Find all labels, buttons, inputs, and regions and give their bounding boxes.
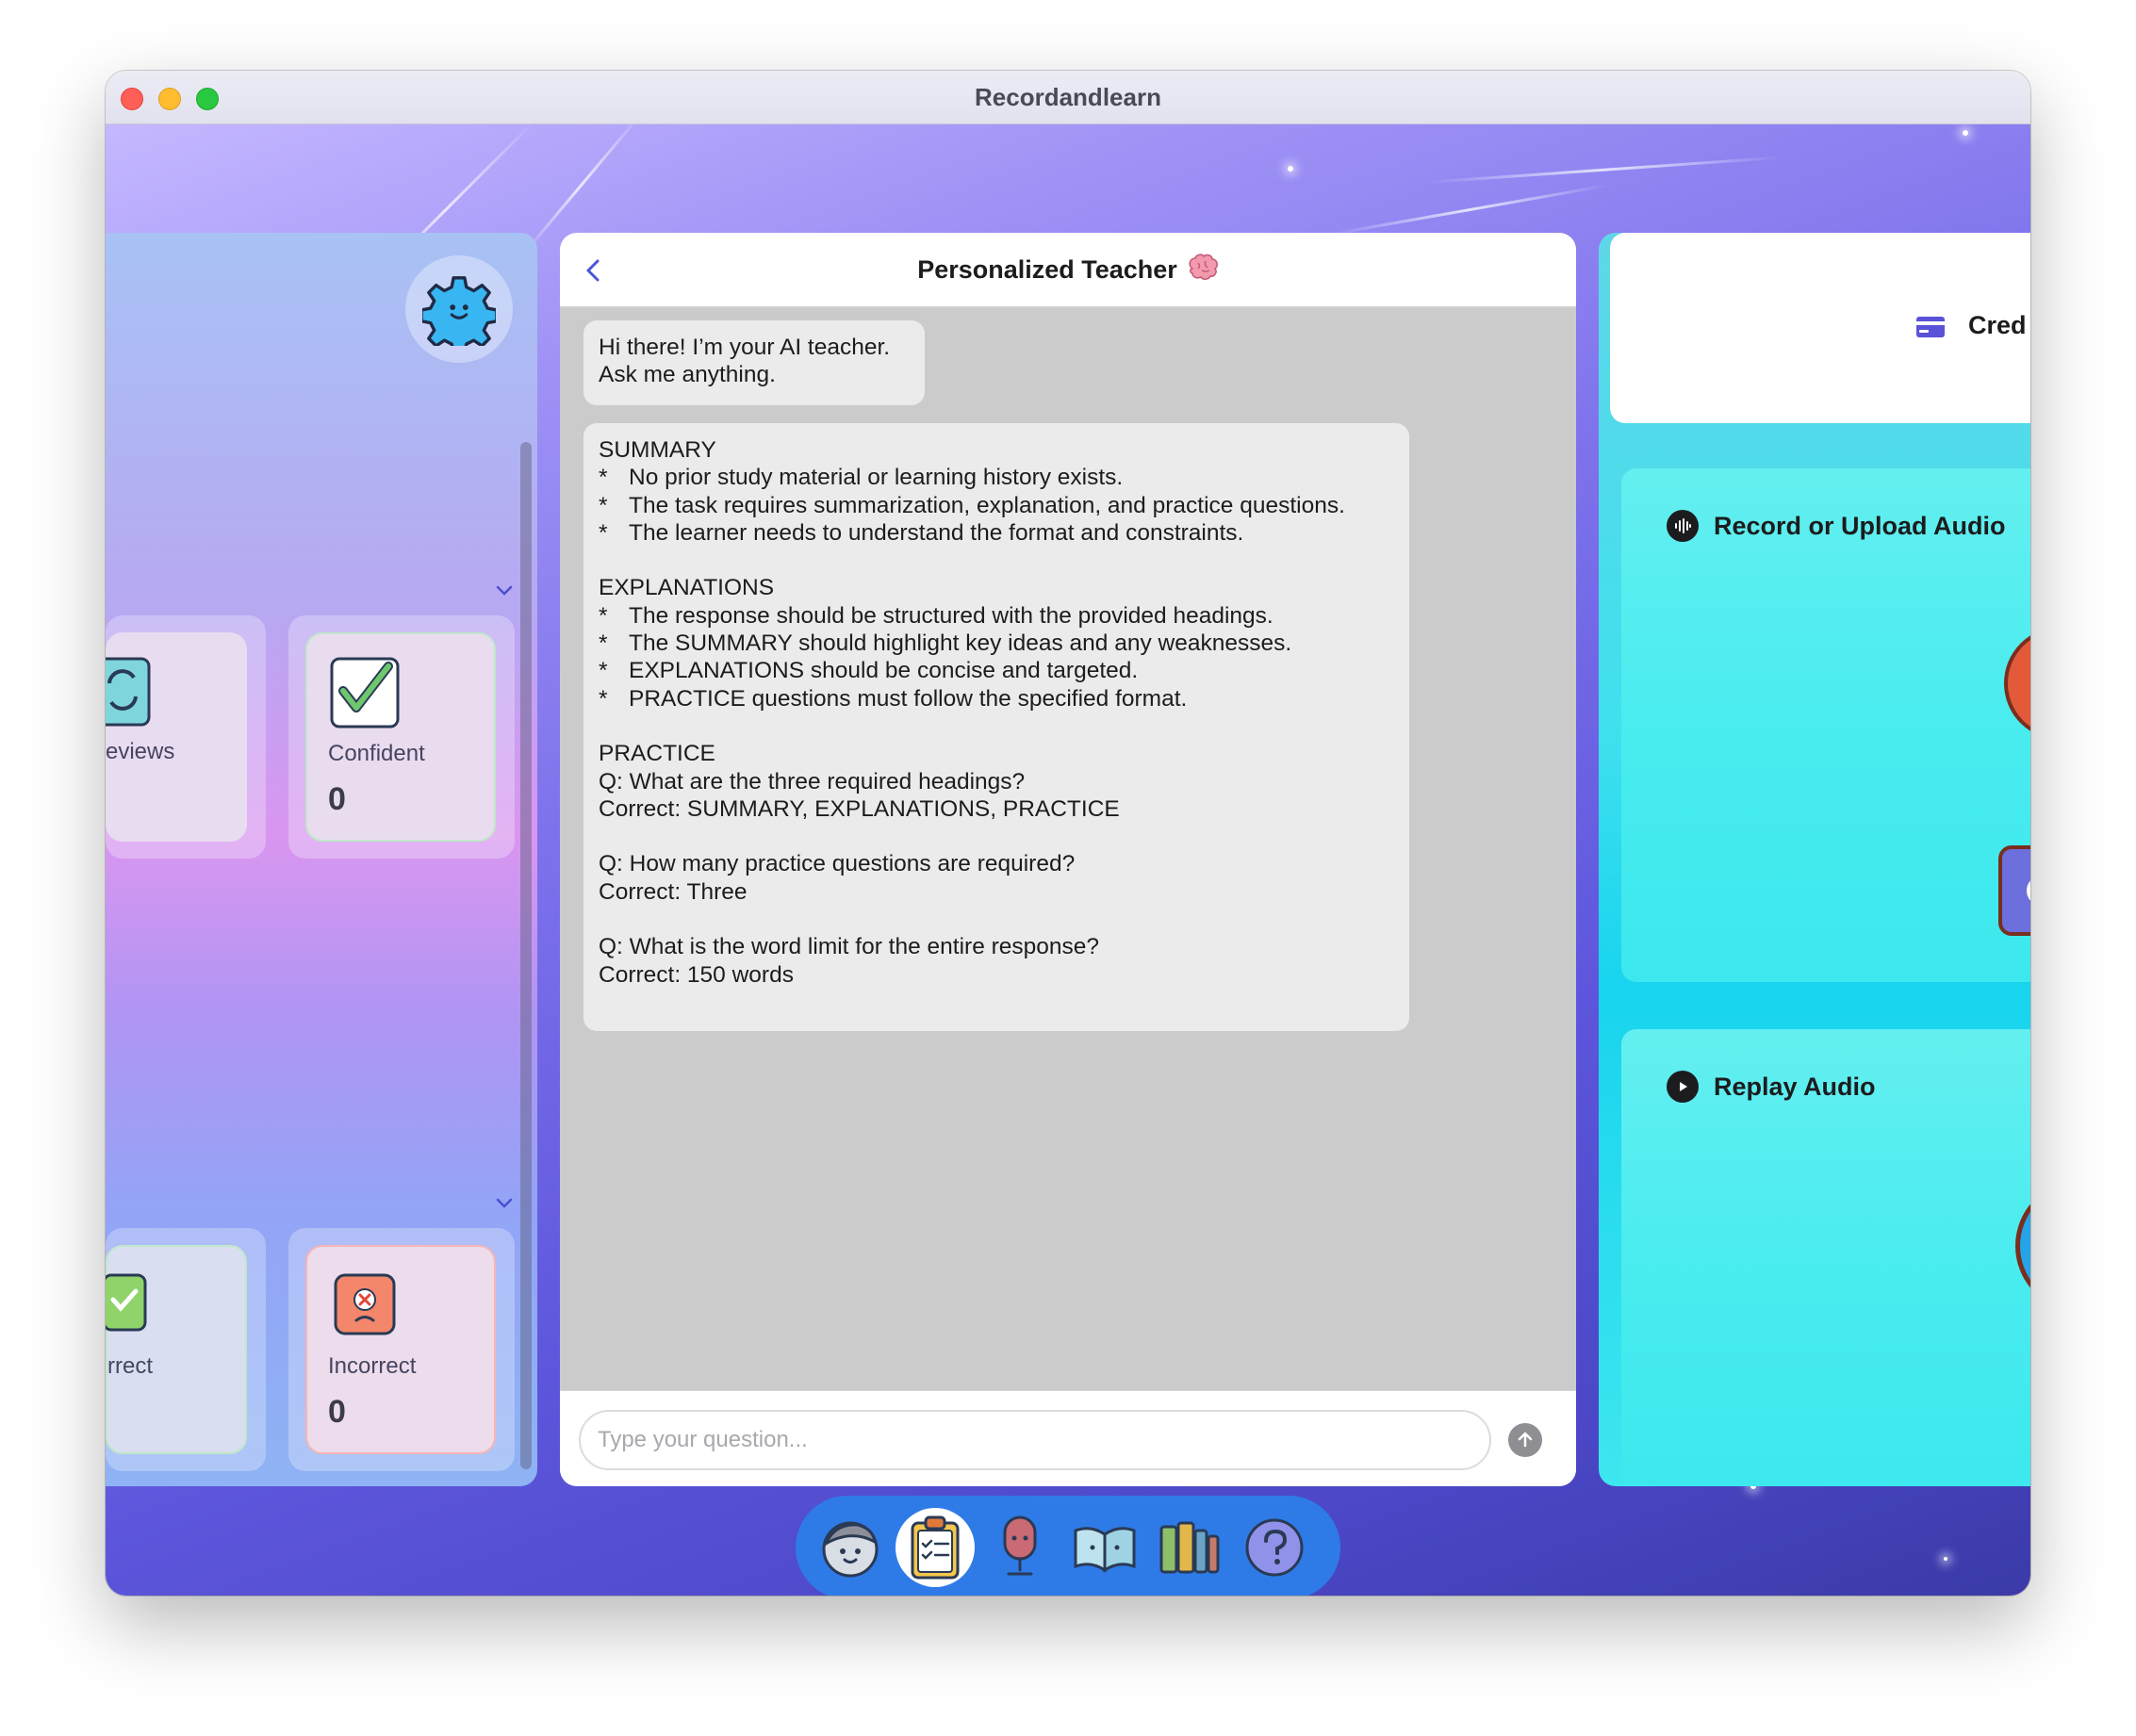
arrow-up-icon bbox=[1518, 1432, 1533, 1448]
replay-audio-heading: Replay Audio bbox=[1667, 1071, 1876, 1103]
maximize-window-button[interactable] bbox=[196, 88, 219, 110]
expand-chevron-icon[interactable] bbox=[496, 581, 513, 598]
background-light-streak bbox=[1330, 183, 1610, 236]
avatar-icon bbox=[822, 1521, 879, 1578]
stats-panel: eviews Confident 0 rrect Incorrect 0 bbox=[106, 233, 537, 1486]
explanations-heading: EXPLANATIONS bbox=[599, 575, 775, 601]
record-audio-label: Record or Upload Audio bbox=[1714, 511, 2006, 540]
dock-record-button[interactable] bbox=[980, 1508, 1060, 1587]
chat-title: Personalized Teacher bbox=[917, 254, 1177, 284]
refresh-icon bbox=[106, 657, 151, 727]
credits-card[interactable]: Cred bbox=[1610, 233, 2030, 423]
chat-input-bar bbox=[560, 1390, 1576, 1486]
summary-bullet: * The task requires summarization, explan… bbox=[599, 492, 1345, 518]
upload-icon bbox=[2027, 880, 2030, 901]
confident-card-inner: Confident 0 bbox=[305, 632, 496, 842]
explanation-bullet: * The SUMMARY should highlight key ideas … bbox=[599, 631, 1292, 657]
dock-library-button[interactable] bbox=[1150, 1508, 1229, 1587]
background-star bbox=[1963, 130, 1968, 136]
dock-quiz-button[interactable] bbox=[895, 1508, 975, 1587]
dock-profile-button[interactable] bbox=[811, 1508, 890, 1587]
practice-answer: Correct: SUMMARY, EXPLANATIONS, PRACTICE bbox=[599, 795, 1120, 822]
help-icon bbox=[1245, 1518, 1304, 1577]
minimize-window-button[interactable] bbox=[158, 88, 181, 110]
question-input[interactable] bbox=[579, 1410, 1491, 1470]
credit-card-icon bbox=[1916, 317, 1945, 337]
correct-label: rrect bbox=[107, 1353, 153, 1379]
confident-card[interactable]: Confident 0 bbox=[288, 615, 515, 859]
practice-answer: Correct: Three bbox=[599, 878, 748, 905]
dock-learn-button[interactable] bbox=[1065, 1508, 1144, 1587]
reviews-card[interactable]: eviews bbox=[106, 615, 266, 859]
practice-answer: Correct: 150 words bbox=[599, 961, 794, 988]
app-window: Recordandlearn eviews Confident 0 rrect … bbox=[106, 71, 2030, 1596]
bottom-dock bbox=[796, 1496, 1340, 1596]
replay-audio-card: Replay Audio bbox=[1621, 1029, 2030, 1486]
play-audio-button[interactable] bbox=[2015, 1180, 2030, 1312]
summary-bullet: * The learner needs to understand the for… bbox=[599, 519, 1244, 546]
summary-bullet: * No prior study material or learning his… bbox=[599, 465, 1124, 491]
background-light-streak bbox=[1424, 156, 1783, 184]
reviews-card-inner: eviews bbox=[106, 632, 247, 842]
audio-panel: Cred Record or Upload Audio Replay Audio bbox=[1599, 233, 2030, 1486]
summary-heading: SUMMARY bbox=[599, 437, 716, 463]
app-content: eviews Confident 0 rrect Incorrect 0 Per… bbox=[106, 124, 2030, 1596]
incorrect-card[interactable]: Incorrect 0 bbox=[288, 1228, 515, 1471]
brain-icon bbox=[1187, 253, 1219, 287]
credits-label: Cred bbox=[1968, 311, 2027, 339]
sad-x-icon bbox=[334, 1273, 396, 1335]
correct-card[interactable]: rrect bbox=[106, 1228, 266, 1471]
expand-chevron-icon[interactable] bbox=[496, 1194, 513, 1211]
window-title: Recordandlearn bbox=[975, 82, 1161, 111]
explanation-bullet: * PRACTICE questions must follow the spec… bbox=[599, 685, 1188, 712]
stats-scrollbar[interactable] bbox=[520, 442, 532, 1469]
checkmark-icon bbox=[330, 657, 400, 729]
replay-audio-label: Replay Audio bbox=[1714, 1072, 1876, 1101]
teacher-response-message: SUMMARY * No prior study material or lear… bbox=[583, 423, 1409, 1031]
incorrect-card-inner: Incorrect 0 bbox=[305, 1245, 496, 1454]
record-button[interactable] bbox=[2004, 627, 2030, 740]
send-button[interactable] bbox=[1508, 1423, 1542, 1457]
background-star bbox=[1288, 166, 1293, 172]
explanation-bullet: * The response should be structured with … bbox=[599, 602, 1273, 629]
smiley-check-icon bbox=[106, 1273, 147, 1332]
microphone-icon bbox=[1003, 1515, 1037, 1576]
record-audio-card: Record or Upload Audio bbox=[1621, 468, 2030, 982]
title-bar: Recordandlearn bbox=[106, 71, 2030, 124]
greeting-message: Hi there! I’m your AI teacher. Ask me an… bbox=[583, 320, 925, 405]
chat-header: Personalized Teacher bbox=[560, 233, 1576, 308]
chat-messages: Hi there! I’m your AI teacher. Ask me an… bbox=[560, 308, 1576, 1390]
chevron-left-icon bbox=[586, 259, 600, 282]
settings-button[interactable] bbox=[405, 255, 513, 363]
back-button[interactable] bbox=[579, 255, 609, 286]
confident-count: 0 bbox=[328, 781, 346, 817]
chat-panel: Personalized Teacher Hi there! I’m your … bbox=[560, 233, 1576, 1486]
explanation-bullet: * EXPLANATIONS should be concise and targ… bbox=[599, 658, 1139, 684]
close-window-button[interactable] bbox=[121, 88, 143, 110]
clipboard-icon bbox=[911, 1515, 960, 1580]
dock-help-button[interactable] bbox=[1235, 1508, 1314, 1587]
confident-label: Confident bbox=[328, 741, 425, 766]
greeting-line: Hi there! I’m your AI teacher. bbox=[599, 335, 891, 360]
correct-card-inner: rrect bbox=[106, 1245, 247, 1454]
upload-button[interactable] bbox=[1998, 845, 2030, 936]
gear-icon bbox=[422, 276, 496, 346]
practice-heading: PRACTICE bbox=[599, 741, 715, 767]
audio-wave-icon bbox=[1667, 510, 1699, 542]
books-icon bbox=[1159, 1521, 1220, 1574]
incorrect-label: Incorrect bbox=[328, 1353, 417, 1379]
practice-question: Q: What is the word limit for the entire… bbox=[599, 934, 1100, 960]
greeting-line: Ask me anything. bbox=[599, 362, 776, 388]
record-audio-heading: Record or Upload Audio bbox=[1667, 510, 2006, 542]
practice-question: Q: What are the three required headings? bbox=[599, 768, 1026, 794]
open-book-icon bbox=[1074, 1527, 1136, 1573]
background-star bbox=[1944, 1557, 1947, 1561]
practice-question: Q: How many practice questions are requi… bbox=[599, 851, 1076, 877]
incorrect-count: 0 bbox=[328, 1394, 346, 1430]
reviews-label: eviews bbox=[106, 739, 175, 764]
play-icon bbox=[1667, 1071, 1699, 1103]
